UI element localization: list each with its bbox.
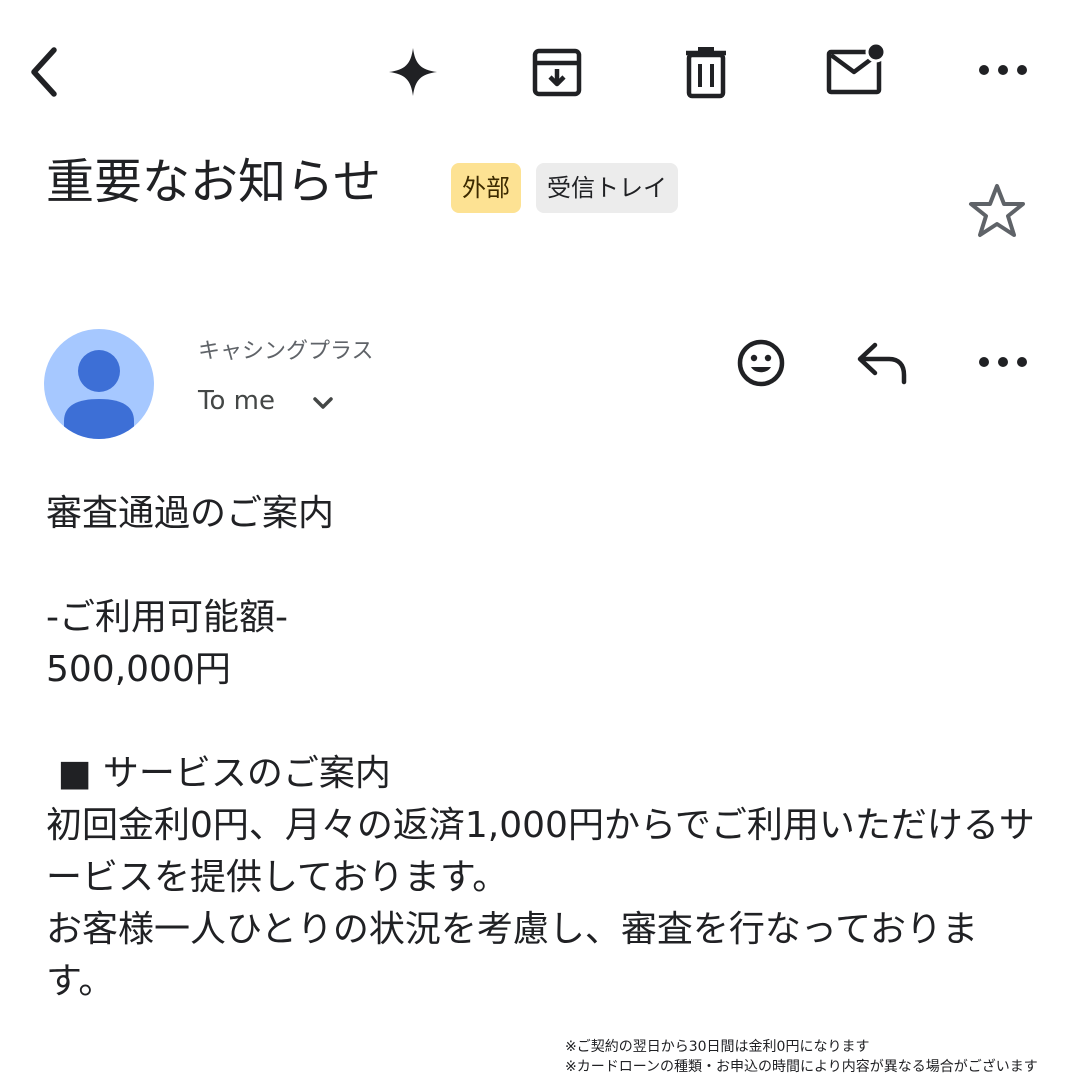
recipient-toggle[interactable]: To me [198, 383, 348, 419]
credit-limit-label: -ご利用可能額- [46, 597, 288, 638]
more-horizontal-icon [979, 357, 1027, 367]
footnote-1: ※ご契約の翌日から30日間は金利0円になります [565, 1039, 870, 1055]
message-more-button[interactable] [972, 340, 1034, 384]
body-heading: 審査通過のご案内 [46, 493, 335, 534]
mark-unread-button[interactable] [822, 40, 888, 100]
arrow-back-icon [31, 47, 57, 97]
service-heading: ■ サービスのご案内 [46, 753, 391, 794]
recipient-label: To me [198, 386, 275, 416]
gemini-button[interactable] [383, 42, 443, 102]
reply-button[interactable] [852, 334, 912, 392]
sender-avatar[interactable] [44, 329, 154, 439]
smiley-icon [737, 339, 785, 387]
message-body: 審査通過のご案内 -ご利用可能額- 500,000円 ■ サービスのご案内 初回… [46, 488, 1036, 1008]
star-button[interactable] [964, 180, 1030, 242]
inbox-label-chip[interactable]: 受信トレイ [536, 163, 678, 213]
email-subject: 重要なお知らせ [46, 154, 382, 210]
service-description: 初回金利0円、月々の返済1,000円からでご利用いただけるサービスを提供しており… [46, 805, 1035, 898]
footnote-2: ※カードローンの種類・お申込の時間により内容が異なる場合がございます [565, 1059, 1038, 1075]
reply-icon [857, 342, 907, 385]
sparkle-icon [389, 48, 437, 96]
external-label-chip[interactable]: 外部 [451, 163, 521, 213]
star-outline-icon [969, 184, 1025, 237]
delete-button[interactable] [676, 42, 736, 102]
more-options-button[interactable] [972, 48, 1034, 92]
mail-unread-icon [826, 42, 886, 95]
archive-icon [532, 48, 582, 97]
sender-name: キャシングプラス [198, 339, 374, 364]
archive-button[interactable] [527, 42, 587, 102]
emoji-reaction-button[interactable] [732, 334, 790, 392]
trash-icon [686, 47, 726, 99]
person-icon [64, 350, 134, 439]
back-button[interactable] [14, 40, 74, 104]
review-description: お客様一人ひとりの状況を考慮し、審査を行なっております。 [46, 909, 979, 1002]
credit-limit-amount: 500,000円 [46, 649, 231, 690]
chevron-down-icon [313, 397, 333, 409]
more-horizontal-icon [979, 65, 1027, 75]
